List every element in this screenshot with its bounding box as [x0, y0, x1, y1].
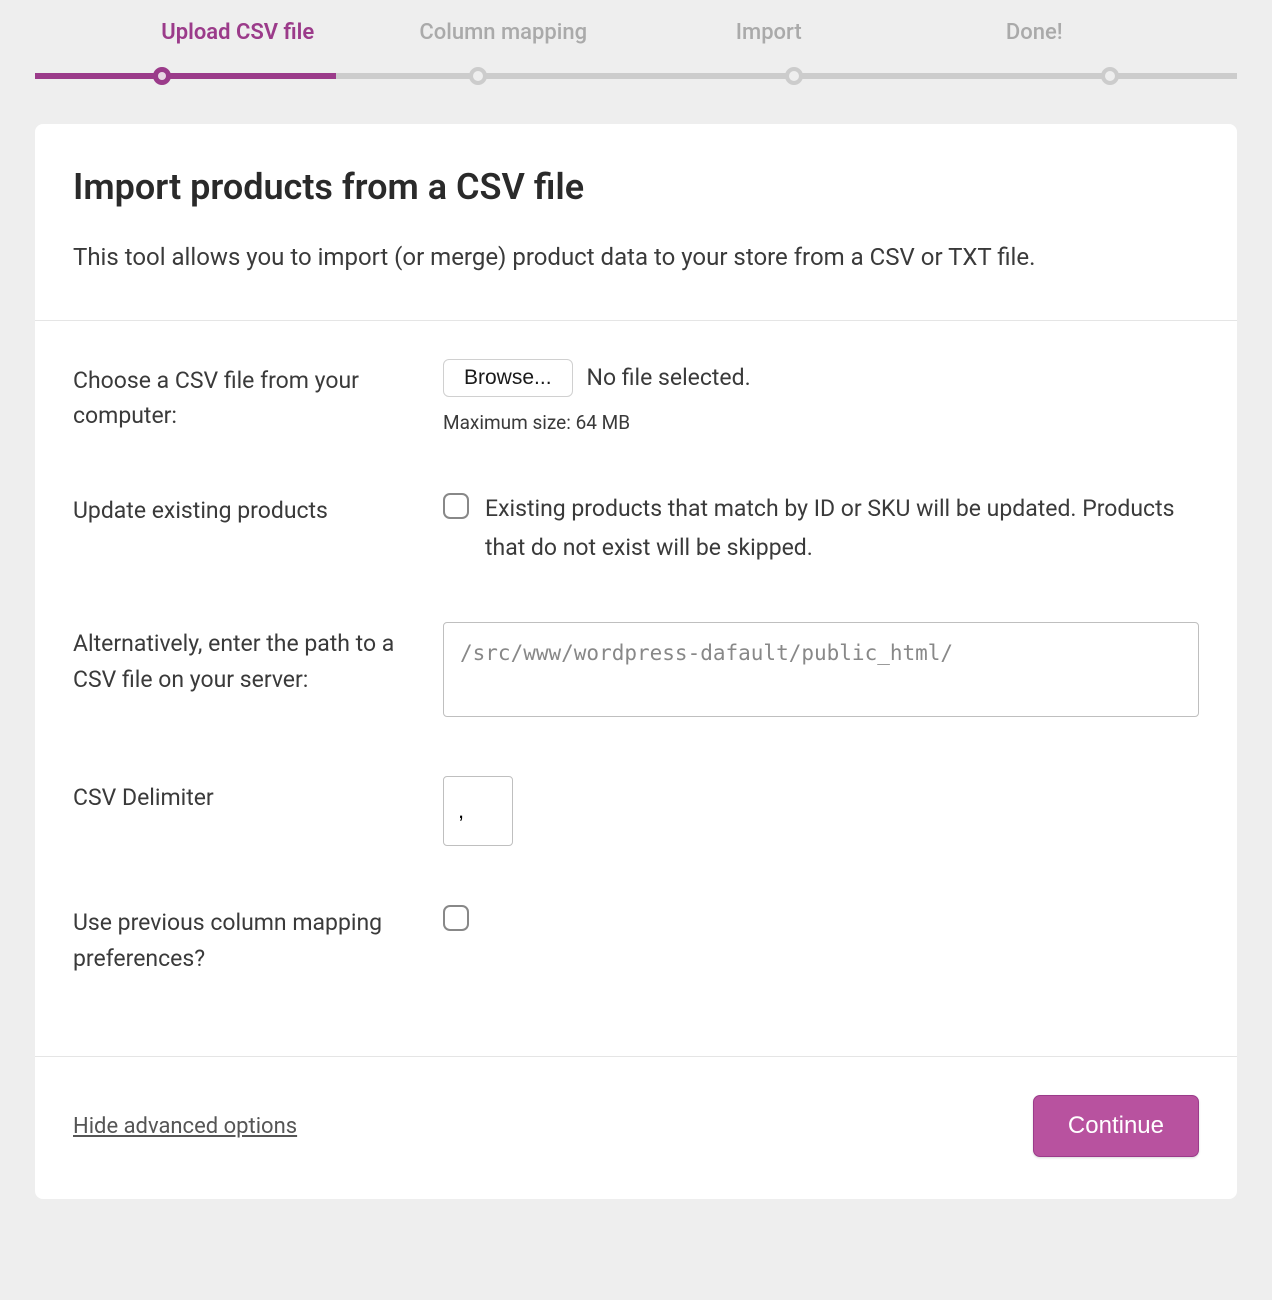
- stepper-dot-3: [785, 67, 803, 85]
- stepper: Upload CSV file Column mapping Import Do…: [0, 0, 1272, 114]
- stepper-dot-4: [1101, 67, 1119, 85]
- file-status: No file selected.: [587, 364, 751, 391]
- row-previous-mapping: Use previous column mapping preferences?: [73, 901, 1199, 976]
- row-delimiter: CSV Delimiter: [73, 776, 1199, 846]
- card-header: Import products from a CSV file This too…: [35, 124, 1237, 321]
- import-card: Import products from a CSV file This too…: [35, 124, 1237, 1199]
- previous-mapping-checkbox[interactable]: [443, 905, 469, 931]
- previous-mapping-label: Use previous column mapping preferences?: [73, 901, 443, 976]
- stepper-dot-2: [469, 67, 487, 85]
- server-path-label: Alternatively, enter the path to a CSV f…: [73, 622, 443, 697]
- step-column-mapping: Column mapping: [371, 20, 637, 45]
- step-import: Import: [636, 20, 902, 45]
- page-description: This tool allows you to import (or merge…: [73, 238, 1199, 278]
- update-existing-label: Update existing products: [73, 489, 443, 529]
- choose-file-label: Choose a CSV file from your computer:: [73, 359, 443, 434]
- server-path-input[interactable]: [443, 622, 1199, 717]
- delimiter-label: CSV Delimiter: [73, 776, 443, 816]
- step-upload[interactable]: Upload CSV file: [105, 20, 371, 45]
- browse-button[interactable]: Browse...: [443, 359, 573, 397]
- delimiter-input[interactable]: [443, 776, 513, 846]
- row-choose-file: Choose a CSV file from your computer: Br…: [73, 359, 1199, 434]
- toggle-advanced-link[interactable]: Hide advanced options: [73, 1114, 297, 1139]
- max-size-hint: Maximum size: 64 MB: [443, 411, 1199, 434]
- row-update-existing: Update existing products Existing produc…: [73, 489, 1199, 567]
- stepper-dot-1: [153, 67, 171, 85]
- row-server-path: Alternatively, enter the path to a CSV f…: [73, 622, 1199, 721]
- update-existing-desc: Existing products that match by ID or SK…: [485, 489, 1199, 567]
- continue-button[interactable]: Continue: [1033, 1095, 1199, 1157]
- step-done: Done!: [902, 20, 1168, 45]
- card-footer: Hide advanced options Continue: [35, 1056, 1237, 1199]
- card-body: Choose a CSV file from your computer: Br…: [35, 321, 1237, 1057]
- update-existing-checkbox[interactable]: [443, 493, 469, 519]
- page-title: Import products from a CSV file: [73, 166, 1199, 208]
- stepper-track: [35, 73, 1237, 79]
